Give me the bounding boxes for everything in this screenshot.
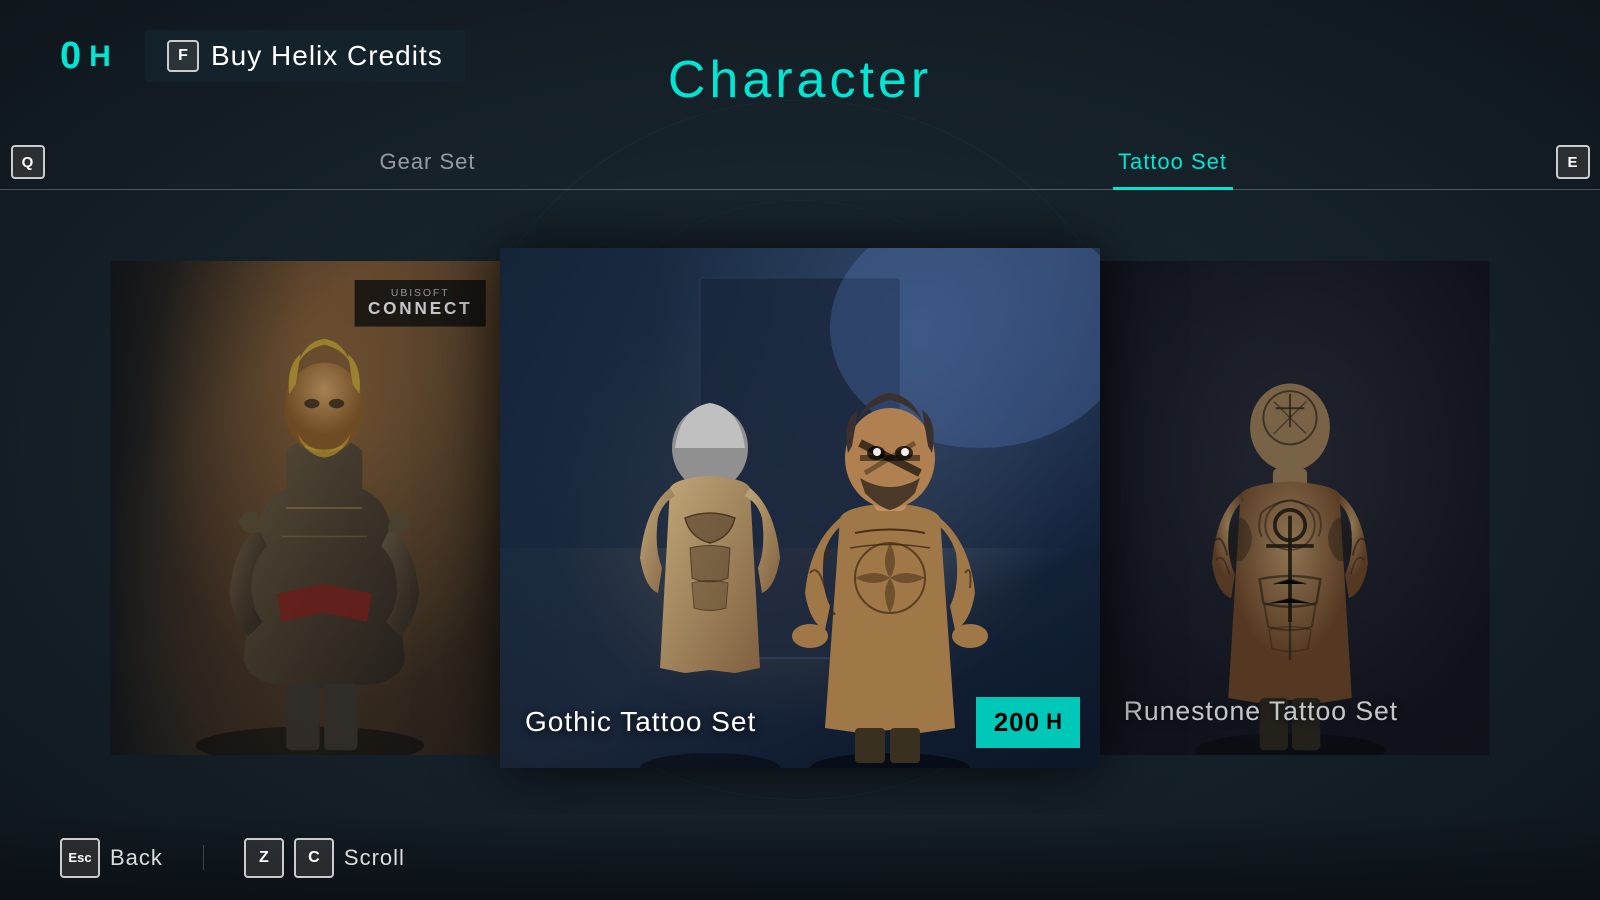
scroll-action: Z C Scroll: [244, 838, 405, 878]
character-left-svg: [111, 261, 501, 755]
buy-helix-button[interactable]: F Buy Helix Credits: [145, 30, 465, 82]
price-helix-icon: H: [1046, 709, 1062, 735]
cards-area: UBISOFT CONNECT: [0, 200, 1600, 815]
tab-left-key-badge: Q: [11, 145, 45, 179]
card-runestone-tattoo[interactable]: Runestone Tattoo Set: [1100, 261, 1490, 755]
back-label: Back: [110, 845, 163, 871]
gothic-tattoo-price: 200 H: [976, 697, 1080, 748]
card-character-left[interactable]: UBISOFT CONNECT: [111, 261, 501, 755]
top-bar: 0 H F Buy Helix Credits Character: [0, 0, 1600, 130]
helix-balance: 0 H: [60, 35, 111, 78]
back-key-badge: Esc: [60, 838, 100, 878]
buy-helix-key-badge: F: [167, 40, 199, 72]
tab-right-key-badge: E: [1556, 145, 1590, 179]
helix-icon: H: [89, 40, 111, 74]
price-amount: 200: [994, 707, 1040, 738]
gothic-tattoo-name: Gothic Tattoo Set: [525, 706, 756, 737]
card-image-right: [1100, 261, 1490, 755]
runestone-tattoo-label: Runestone Tattoo Set: [1124, 696, 1398, 726]
ubisoft-text: UBISOFT: [368, 287, 473, 298]
tab-gear-set[interactable]: Gear Set: [55, 135, 800, 189]
tabs-row: Q Gear Set Tattoo Set E: [0, 135, 1600, 190]
tab-tattoo-set[interactable]: Tattoo Set: [800, 135, 1545, 189]
gothic-tattoo-label: Gothic Tattoo Set: [525, 706, 756, 738]
ubisoft-connect-badge: UBISOFT CONNECT: [355, 280, 486, 327]
tab-nav-right[interactable]: E: [1545, 135, 1600, 190]
scroll-key-c: C: [294, 838, 334, 878]
bottom-bar: Esc Back Z C Scroll: [0, 815, 1600, 900]
tab-nav-left[interactable]: Q: [0, 135, 55, 190]
back-action: Esc Back: [60, 838, 163, 878]
card-image-center: [500, 248, 1100, 768]
buy-helix-label: Buy Helix Credits: [211, 40, 443, 72]
card-image-left: [111, 261, 501, 755]
page-title: Character: [668, 50, 932, 110]
runestone-svg: [1100, 261, 1490, 755]
runestone-tattoo-name: Runestone Tattoo Set: [1124, 696, 1398, 725]
scroll-key-z: Z: [244, 838, 284, 878]
gothic-tattoo-svg: [500, 248, 1100, 768]
scroll-label: Scroll: [344, 845, 405, 871]
helix-amount: 0: [60, 35, 83, 78]
bottom-separator: [203, 845, 204, 870]
connect-text: CONNECT: [368, 299, 473, 319]
card-gothic-tattoo[interactable]: Gothic Tattoo Set 200 H: [500, 248, 1100, 768]
